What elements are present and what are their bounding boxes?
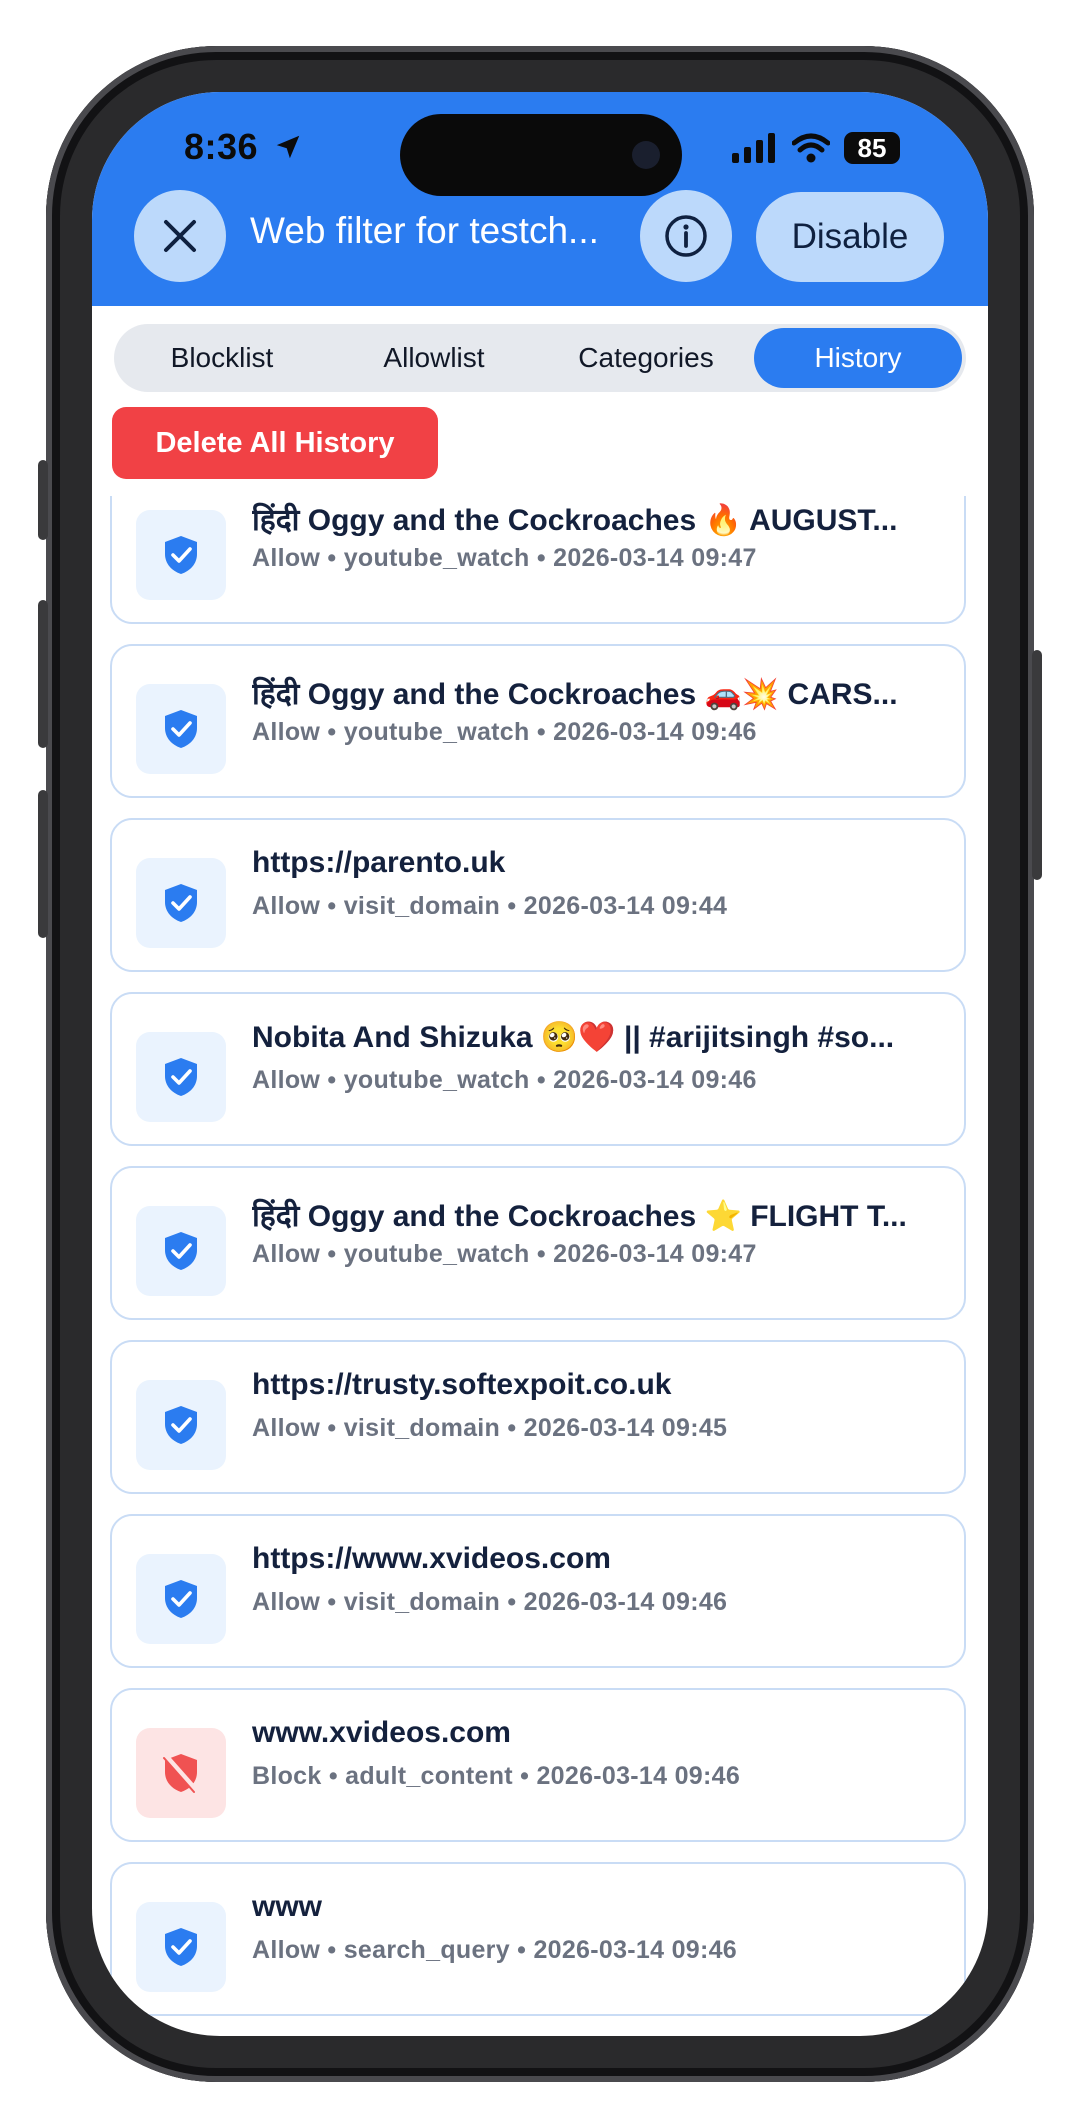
tab-blocklist[interactable]: Blocklist bbox=[118, 328, 326, 388]
delete-all-history-button[interactable]: Delete All History bbox=[112, 407, 438, 479]
history-item-title: www bbox=[252, 1890, 323, 1923]
history-item-title: हिंदी Oggy and the Cockroaches 🚗💥 CARS..… bbox=[252, 678, 898, 711]
action-button bbox=[38, 460, 48, 540]
history-item[interactable]: https://parento.uk Allow • visit_domain … bbox=[110, 818, 966, 972]
shield-check-icon bbox=[136, 1554, 226, 1644]
history-item[interactable]: हिंदी Oggy and the Cockroaches 🔥 AUGUST.… bbox=[110, 496, 966, 624]
shield-check-icon bbox=[136, 684, 226, 774]
history-item-meta: Allow • visit_domain • 2026-03-14 09:45 bbox=[252, 1414, 728, 1442]
battery-indicator: 85 bbox=[844, 132, 900, 164]
history-list[interactable]: हिंदी Oggy and the Cockroaches 🔥 AUGUST.… bbox=[92, 496, 988, 2036]
history-item-title: हिंदी Oggy and the Cockroaches ⭐ FLIGHT … bbox=[252, 1200, 907, 1233]
history-item-title: https://parento.uk bbox=[252, 846, 506, 879]
camera-lens bbox=[632, 141, 660, 169]
close-button[interactable] bbox=[134, 190, 226, 282]
info-button[interactable] bbox=[640, 190, 732, 282]
shield-check-icon bbox=[136, 510, 226, 600]
dynamic-island bbox=[400, 114, 682, 196]
history-item-title: www.xvideos.com bbox=[252, 1716, 511, 1749]
status-icons: 85 bbox=[732, 128, 900, 168]
shield-check-icon bbox=[136, 1206, 226, 1296]
history-item[interactable]: Nobita And Shizuka 🥺❤️ || #arijitsingh #… bbox=[110, 992, 966, 1146]
history-item-meta: Allow • youtube_watch • 2026-03-14 09:46 bbox=[252, 718, 757, 746]
history-item[interactable]: www.xvideos.com Block • adult_content • … bbox=[110, 1688, 966, 1842]
shield-check-icon bbox=[136, 858, 226, 948]
status-time: 8:36 bbox=[184, 126, 303, 168]
tab-categories[interactable]: Categories bbox=[542, 328, 750, 388]
history-item-meta: Allow • visit_domain • 2026-03-14 09:46 bbox=[252, 1588, 728, 1616]
history-item[interactable]: हिंदी Oggy and the Cockroaches 🚗💥 CARS..… bbox=[110, 644, 966, 798]
location-arrow-icon bbox=[276, 135, 299, 159]
tab-allowlist[interactable]: Allowlist bbox=[330, 328, 538, 388]
history-item-title: https://trusty.softexpoit.co.uk bbox=[252, 1368, 672, 1401]
history-item-title: https://www.xvideos.com bbox=[252, 1542, 611, 1575]
page-title: Web filter for testch... bbox=[250, 210, 599, 251]
info-icon bbox=[665, 215, 707, 257]
status-time-text: 8:36 bbox=[184, 126, 259, 167]
header-bar: 8:36 85 Web filter for testch... Disable bbox=[92, 92, 988, 306]
cellular-signal-icon bbox=[732, 133, 775, 163]
history-item-title: Nobita And Shizuka 🥺❤️ || #arijitsingh #… bbox=[252, 1021, 895, 1054]
disable-button[interactable]: Disable bbox=[756, 192, 944, 282]
shield-check-icon bbox=[136, 1380, 226, 1470]
history-item-meta: Allow • youtube_watch • 2026-03-14 09:47 bbox=[252, 1240, 757, 1268]
history-item-meta: Block • adult_content • 2026-03-14 09:46 bbox=[252, 1762, 741, 1790]
tab-bar: Blocklist Allowlist Categories History bbox=[114, 324, 966, 392]
history-item-meta: Allow • youtube_watch • 2026-03-14 09:46 bbox=[252, 1066, 757, 1094]
history-item[interactable]: https://www.xvideos.com Allow • visit_do… bbox=[110, 1514, 966, 1668]
history-item[interactable]: https://trusty.softexpoit.co.uk Allow • … bbox=[110, 1340, 966, 1494]
close-icon bbox=[164, 220, 196, 252]
power-button bbox=[1032, 650, 1042, 880]
history-item-meta: Allow • search_query • 2026-03-14 09:46 bbox=[252, 1936, 738, 1964]
screen: 8:36 85 Web filter for testch... Disable… bbox=[92, 92, 988, 2036]
wifi-icon bbox=[792, 133, 830, 163]
shield-check-icon bbox=[136, 1032, 226, 1122]
history-item-meta: Allow • visit_domain • 2026-03-14 09:44 bbox=[252, 892, 728, 920]
tab-history[interactable]: History bbox=[754, 328, 962, 388]
shield-off-icon bbox=[136, 1728, 226, 1818]
volume-down-button bbox=[38, 790, 48, 938]
volume-up-button bbox=[38, 600, 48, 748]
history-item-title: हिंदी Oggy and the Cockroaches 🔥 AUGUST.… bbox=[252, 504, 898, 537]
shield-check-icon bbox=[136, 1902, 226, 1992]
history-item-meta: Allow • youtube_watch • 2026-03-14 09:47 bbox=[252, 544, 757, 572]
history-item[interactable]: हिंदी Oggy and the Cockroaches ⭐ FLIGHT … bbox=[110, 1166, 966, 1320]
history-item[interactable]: www Allow • search_query • 2026-03-14 09… bbox=[110, 1862, 966, 2016]
